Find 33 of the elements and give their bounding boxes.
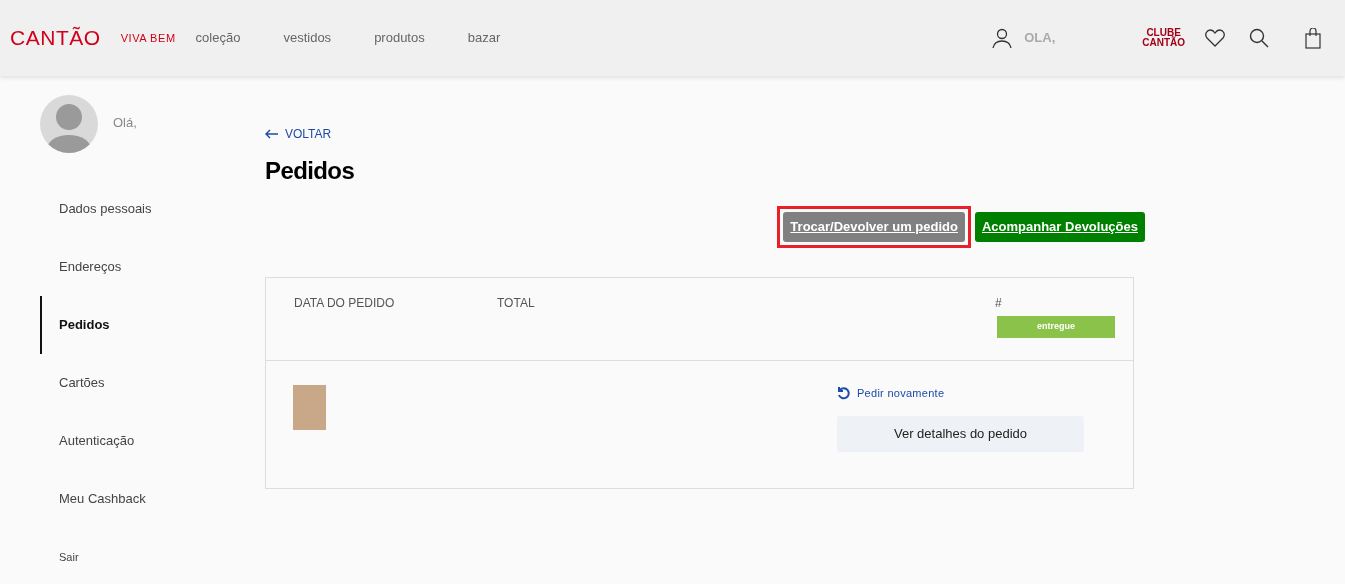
nav-link[interactable]: vestidos bbox=[283, 28, 332, 48]
action-button[interactable]: Acompanhar Devoluções bbox=[974, 212, 1145, 242]
clube-cantao-logo[interactable]: CLUBE CANTÃO bbox=[1142, 28, 1185, 48]
back-link[interactable]: VOLTAR bbox=[265, 125, 1117, 143]
nav-link[interactable]: bazar bbox=[467, 28, 501, 48]
greeting-text: Olá, bbox=[113, 114, 137, 132]
product-photo-placeholder bbox=[293, 385, 326, 430]
reorder-icon bbox=[837, 386, 851, 401]
order-details-button[interactable]: Ver detalhes do pedido bbox=[837, 415, 1084, 452]
column-label: DATA DO PEDIDO bbox=[294, 295, 396, 312]
sidebar-item[interactable]: Dados pessoais bbox=[0, 180, 247, 238]
search-icon[interactable] bbox=[1249, 28, 1269, 48]
page-title: Pedidos bbox=[265, 156, 356, 186]
nav-link[interactable]: coleção bbox=[195, 28, 241, 48]
sidebar-item[interactable]: Autenticação bbox=[0, 412, 247, 470]
column-label: TOTAL bbox=[497, 295, 535, 312]
sidebar-item[interactable]: Endereços bbox=[0, 238, 247, 296]
brand-logo[interactable]: CANTÃO bbox=[10, 22, 101, 54]
reorder-link[interactable]: Pedir novamente bbox=[837, 385, 1084, 402]
shopping-bag-icon[interactable] bbox=[1305, 27, 1321, 49]
action-button[interactable]: Trocar/Devolver um pedido bbox=[783, 212, 965, 242]
nav-link[interactable]: produtos bbox=[374, 28, 425, 48]
sidebar-item[interactable]: Meu Cashback bbox=[0, 470, 247, 528]
sidebar-item[interactable]: Pedidos bbox=[40, 296, 247, 354]
left-arrow-icon bbox=[265, 129, 279, 139]
avatar-placeholder bbox=[40, 95, 98, 153]
heart-icon[interactable] bbox=[1205, 29, 1225, 47]
order-number: # bbox=[995, 295, 1003, 312]
viva-bem-link[interactable]: VIVA BEM bbox=[120, 29, 176, 47]
user-icon[interactable] bbox=[992, 28, 1013, 48]
sidebar-item[interactable]: Sair bbox=[0, 528, 247, 584]
sidebar-item[interactable]: Cartões bbox=[0, 354, 247, 412]
status-badge: entregue bbox=[997, 316, 1115, 338]
